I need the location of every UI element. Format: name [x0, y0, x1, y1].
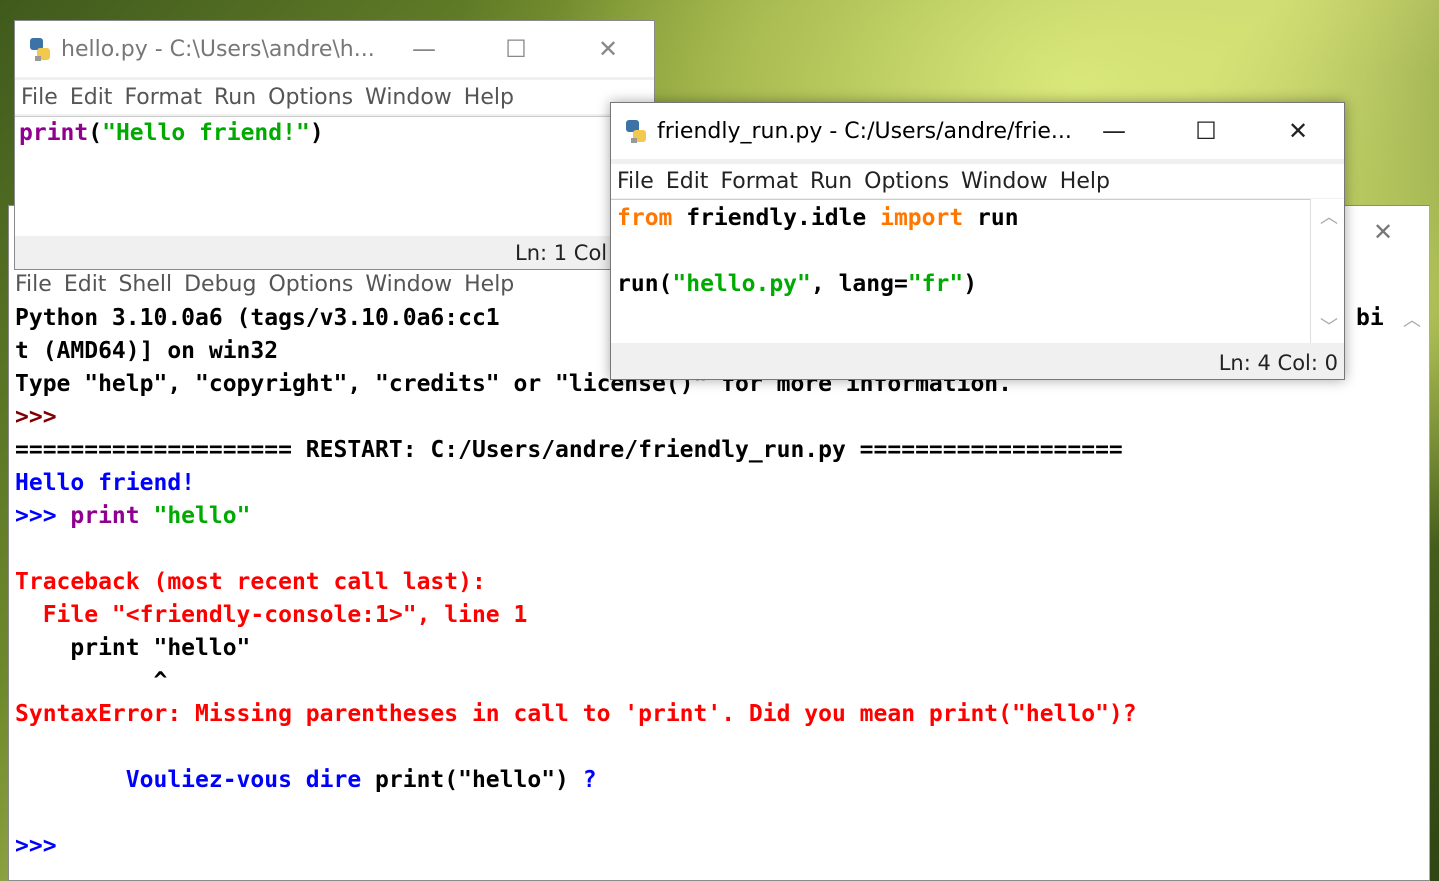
hello-status-bar: Ln: 1 Col: [515, 241, 608, 265]
friendly-titlebar[interactable]: friendly_run.py - C:/Users/andre/frie...…: [611, 103, 1344, 159]
friendly-menu-help[interactable]: Help: [1060, 169, 1110, 194]
shell-menu-file[interactable]: File: [15, 272, 52, 297]
syntax-error-line: SyntaxError: Missing parentheses in call…: [15, 701, 1137, 727]
shell-restart-line: ==================== RESTART: C:/Users/a…: [15, 437, 1123, 463]
hello-menubar: File Edit Format Run Options Window Help: [15, 80, 654, 114]
shell-prompt: >>>: [15, 833, 57, 859]
hello-close-button[interactable]: ✕: [562, 21, 654, 77]
scroll-down-arrow[interactable]: ﹀: [1320, 313, 1338, 339]
hello-minimize-button[interactable]: —: [378, 21, 470, 77]
shell-input-line: >>> print "hello": [15, 500, 250, 533]
friendly-menu-options[interactable]: Options: [864, 169, 949, 194]
friendly-hint-line: Vouliez-vous dire print("hello") ?: [15, 767, 597, 793]
friendly-window-title: friendly_run.py - C:/Users/andre/frie...: [657, 118, 1072, 144]
friendly-editor-text[interactable]: from friendly.idle import run run("hello…: [611, 199, 1310, 343]
shell-menu-edit[interactable]: Edit: [64, 272, 107, 297]
friendly-editor-window: friendly_run.py - C:/Users/andre/frie...…: [610, 102, 1345, 380]
python-icon: [623, 118, 649, 144]
scroll-up-arrow[interactable]: ︿: [1320, 203, 1338, 229]
traceback-header: Traceback (most recent call last):: [15, 569, 486, 595]
friendly-minimize-button[interactable]: —: [1068, 103, 1160, 159]
traceback-caret: ^: [15, 668, 168, 694]
shell-output-line: Hello friend!: [15, 470, 196, 496]
hello-window-title: hello.py - C:\Users\andre\h...: [61, 36, 375, 62]
shell-text-area[interactable]: Python 3.10.0a6 (tags/v3.10.0a6:cc1 bi t…: [11, 302, 1399, 880]
shell-menu-shell[interactable]: Shell: [118, 272, 172, 297]
input-string: "hello": [139, 503, 251, 529]
hello-menu-window[interactable]: Window: [365, 85, 452, 110]
friendly-menu-format[interactable]: Format: [720, 169, 798, 194]
hello-menu-format[interactable]: Format: [124, 85, 202, 110]
friendly-menu-file[interactable]: File: [617, 169, 654, 194]
shell-menu-window[interactable]: Window: [365, 272, 452, 297]
friendly-code-line-1: from friendly.idle import run: [617, 205, 1019, 231]
shell-prompt: >>>: [15, 503, 71, 529]
hello-menu-file[interactable]: File: [21, 85, 58, 110]
hello-editor-window: hello.py - C:\Users\andre\h... — ☐ ✕ Fil…: [14, 20, 655, 270]
hello-editor-text[interactable]: print("Hello friend!"): [15, 116, 654, 236]
hello-menu-help[interactable]: Help: [464, 85, 514, 110]
shell-menu-debug[interactable]: Debug: [184, 272, 256, 297]
shell-menu-help[interactable]: Help: [464, 272, 514, 297]
hello-titlebar[interactable]: hello.py - C:\Users\andre\h... — ☐ ✕: [15, 21, 654, 77]
friendly-close-button[interactable]: ✕: [1252, 103, 1344, 159]
traceback-source-line: print "hello": [15, 635, 251, 661]
shell-scroll-up-arrow[interactable]: ︿: [1403, 306, 1421, 332]
traceback-file-line: File "<friendly-console:1>", line 1: [15, 602, 528, 628]
hello-maximize-button[interactable]: ☐: [470, 21, 562, 77]
shell-prompt: >>>: [15, 404, 57, 430]
shell-banner-line-1: Python 3.10.0a6 (tags/v3.10.0a6:cc1: [15, 305, 500, 331]
shell-menu-options[interactable]: Options: [268, 272, 353, 297]
friendly-menubar: File Edit Format Run Options Window Help: [611, 164, 1344, 198]
friendly-menu-run[interactable]: Run: [810, 169, 852, 194]
python-icon: [27, 36, 53, 62]
friendly-menu-window[interactable]: Window: [961, 169, 1048, 194]
shell-banner-line-2: t (AMD64)] on win32: [15, 338, 279, 364]
hello-menu-edit[interactable]: Edit: [70, 85, 113, 110]
friendly-maximize-button[interactable]: ☐: [1160, 103, 1252, 159]
hello-menu-run[interactable]: Run: [214, 85, 256, 110]
shell-close-button[interactable]: ✕: [1337, 204, 1429, 260]
hello-code-line: print("Hello friend!"): [19, 120, 324, 146]
friendly-code-line-3: run("hello.py", lang="fr"): [617, 271, 978, 297]
friendly-status-bar: Ln: 4 Col: 0: [1218, 351, 1338, 375]
input-builtin: print: [70, 503, 140, 529]
hello-menu-options[interactable]: Options: [268, 85, 353, 110]
friendly-scrollbar[interactable]: ︿ ﹀: [1310, 199, 1344, 343]
shell-banner-line-1-end: bi: [1356, 305, 1384, 331]
friendly-menu-edit[interactable]: Edit: [666, 169, 709, 194]
